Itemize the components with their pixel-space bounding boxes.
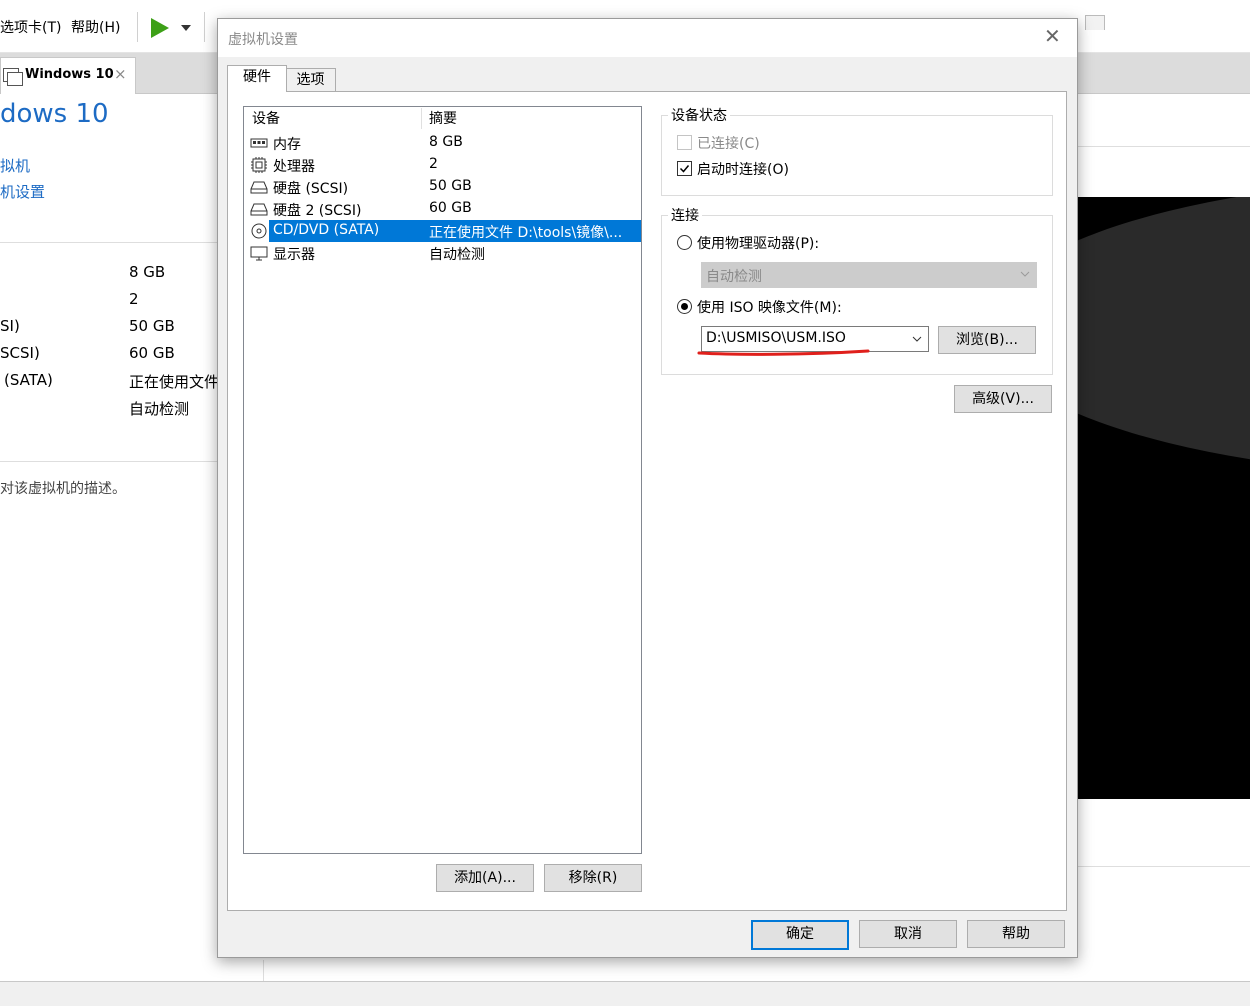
device-summary: 50 GB bbox=[429, 178, 472, 194]
summary-value: 2 bbox=[129, 290, 139, 308]
vm-description[interactable]: 对该虚拟机的描述。 bbox=[0, 478, 126, 498]
toolbar-separator bbox=[137, 12, 138, 42]
chevron-down-icon bbox=[1020, 271, 1030, 277]
ok-button[interactable]: 确定 bbox=[751, 920, 849, 950]
summary-device: SI) bbox=[0, 317, 20, 335]
connect-at-power-on-label[interactable]: 启动时连接(O) bbox=[697, 159, 789, 179]
device-name: 硬盘 (SCSI) bbox=[273, 181, 349, 197]
toolbar-separator bbox=[204, 12, 205, 42]
dialog-title: 虚拟机设置 bbox=[228, 32, 298, 48]
add-button[interactable]: 添加(A)... bbox=[436, 864, 534, 892]
summary-value: 正在使用文件 bbox=[129, 373, 220, 391]
close-icon[interactable]: ✕ bbox=[1044, 24, 1061, 48]
column-header-device[interactable]: 设备 bbox=[252, 107, 280, 131]
connected-label: 已连接(C) bbox=[697, 136, 760, 152]
monitor-icon bbox=[250, 246, 268, 261]
play-icon[interactable] bbox=[151, 18, 169, 38]
power-on-link[interactable]: 拟机 bbox=[0, 155, 30, 176]
device-name: 处理器 bbox=[273, 159, 315, 175]
remove-button[interactable]: 移除(R) bbox=[544, 864, 642, 892]
edit-settings-link[interactable]: 机设置 bbox=[0, 181, 45, 202]
tab-windows10[interactable]: Windows 10 × bbox=[0, 57, 136, 94]
physical-drive-select: 自动检测 bbox=[701, 262, 1037, 288]
chevron-down-icon[interactable] bbox=[912, 336, 922, 343]
summary-value: 50 GB bbox=[129, 317, 175, 335]
hardware-panel: 设备 摘要 内存 8 GB 处理器 2 硬盘 (SCSI) 50 GB 硬盘 2… bbox=[227, 91, 1067, 911]
summary-device: SCSI) bbox=[0, 344, 40, 362]
menu-tabs[interactable]: 选项卡(T) bbox=[0, 17, 61, 37]
check-icon bbox=[679, 165, 690, 173]
summary-value: 自动检测 bbox=[129, 400, 190, 418]
device-name: 硬盘 2 (SCSI) bbox=[273, 203, 362, 219]
iso-path-value[interactable]: D:\USMISO\USM.ISO bbox=[706, 330, 846, 346]
device-row-disk-2[interactable]: 硬盘 2 (SCSI) 60 GB bbox=[245, 198, 641, 220]
advanced-button[interactable]: 高级(V)... bbox=[954, 385, 1052, 413]
connect-at-power-on-checkbox[interactable] bbox=[677, 161, 692, 176]
cd-icon bbox=[251, 223, 267, 239]
device-row-cd-dvd[interactable]: CD/DVD (SATA) 正在使用文件 D:\tools\镜像\... bbox=[245, 220, 641, 242]
device-name: 内存 bbox=[273, 137, 301, 153]
harddisk-icon bbox=[250, 203, 268, 216]
device-name: 显示器 bbox=[273, 247, 315, 263]
connection-title: 连接 bbox=[668, 205, 702, 225]
device-status-group bbox=[661, 115, 1053, 196]
chevron-down-icon[interactable] bbox=[181, 25, 191, 31]
divider bbox=[1076, 146, 1250, 147]
vm-console-preview[interactable] bbox=[1076, 197, 1250, 799]
cancel-button[interactable]: 取消 bbox=[859, 920, 957, 948]
tab-options[interactable]: 选项 bbox=[285, 68, 336, 93]
cpu-icon bbox=[251, 157, 267, 173]
physical-drive-radio[interactable] bbox=[677, 235, 692, 250]
harddisk-icon bbox=[250, 181, 268, 194]
device-name: CD/DVD (SATA) bbox=[273, 222, 380, 238]
divider bbox=[0, 242, 217, 243]
summary-value: 8 GB bbox=[129, 263, 166, 281]
physical-drive-select-value: 自动检测 bbox=[706, 269, 762, 285]
divider bbox=[263, 960, 264, 981]
device-row-memory[interactable]: 内存 8 GB bbox=[245, 132, 641, 154]
device-summary: 8 GB bbox=[429, 134, 463, 150]
device-summary: 正在使用文件 D:\tools\镜像\... bbox=[429, 225, 623, 241]
device-status-title: 设备状态 bbox=[668, 105, 730, 125]
column-separator bbox=[421, 108, 422, 129]
help-button[interactable]: 帮助 bbox=[967, 920, 1065, 948]
red-underline-annotation bbox=[697, 349, 870, 356]
vm-icon bbox=[7, 72, 23, 86]
device-summary: 自动检测 bbox=[429, 247, 485, 263]
console-glare bbox=[1076, 197, 1250, 477]
vm-title: dows 10 bbox=[0, 99, 109, 129]
tab-hardware[interactable]: 硬件 bbox=[227, 65, 287, 92]
device-row-display[interactable]: 显示器 自动检测 bbox=[245, 242, 641, 264]
summary-device: (SATA) bbox=[4, 371, 53, 389]
connected-checkbox bbox=[677, 135, 692, 150]
device-row-disk[interactable]: 硬盘 (SCSI) 50 GB bbox=[245, 176, 641, 198]
device-list[interactable]: 设备 摘要 内存 8 GB 处理器 2 硬盘 (SCSI) 50 GB 硬盘 2… bbox=[243, 106, 642, 854]
toolbar-icon[interactable] bbox=[1085, 15, 1105, 30]
console-shadow bbox=[1076, 447, 1250, 799]
device-row-processor[interactable]: 处理器 2 bbox=[245, 154, 641, 176]
close-tab-icon[interactable]: × bbox=[114, 65, 127, 83]
tab-title: Windows 10 bbox=[25, 67, 114, 82]
device-summary: 60 GB bbox=[429, 200, 472, 216]
column-header-summary[interactable]: 摘要 bbox=[429, 107, 457, 131]
menu-help[interactable]: 帮助(H) bbox=[71, 17, 120, 37]
memory-icon bbox=[250, 138, 268, 148]
physical-drive-label[interactable]: 使用物理驱动器(P): bbox=[697, 233, 819, 253]
status-bar bbox=[0, 981, 1250, 1006]
summary-value: 60 GB bbox=[129, 344, 175, 362]
iso-image-radio[interactable] bbox=[677, 299, 692, 314]
divider bbox=[1076, 866, 1250, 867]
browse-button[interactable]: 浏览(B)... bbox=[938, 326, 1036, 354]
device-summary: 2 bbox=[429, 156, 438, 172]
dialog-titlebar: 虚拟机设置 ✕ bbox=[218, 19, 1077, 57]
vm-settings-dialog: 虚拟机设置 ✕ 硬件 选项 设备 摘要 内存 8 GB 处理器 2 硬盘 (SC… bbox=[217, 18, 1078, 958]
divider bbox=[0, 461, 217, 462]
iso-image-label[interactable]: 使用 ISO 映像文件(M): bbox=[697, 297, 842, 317]
